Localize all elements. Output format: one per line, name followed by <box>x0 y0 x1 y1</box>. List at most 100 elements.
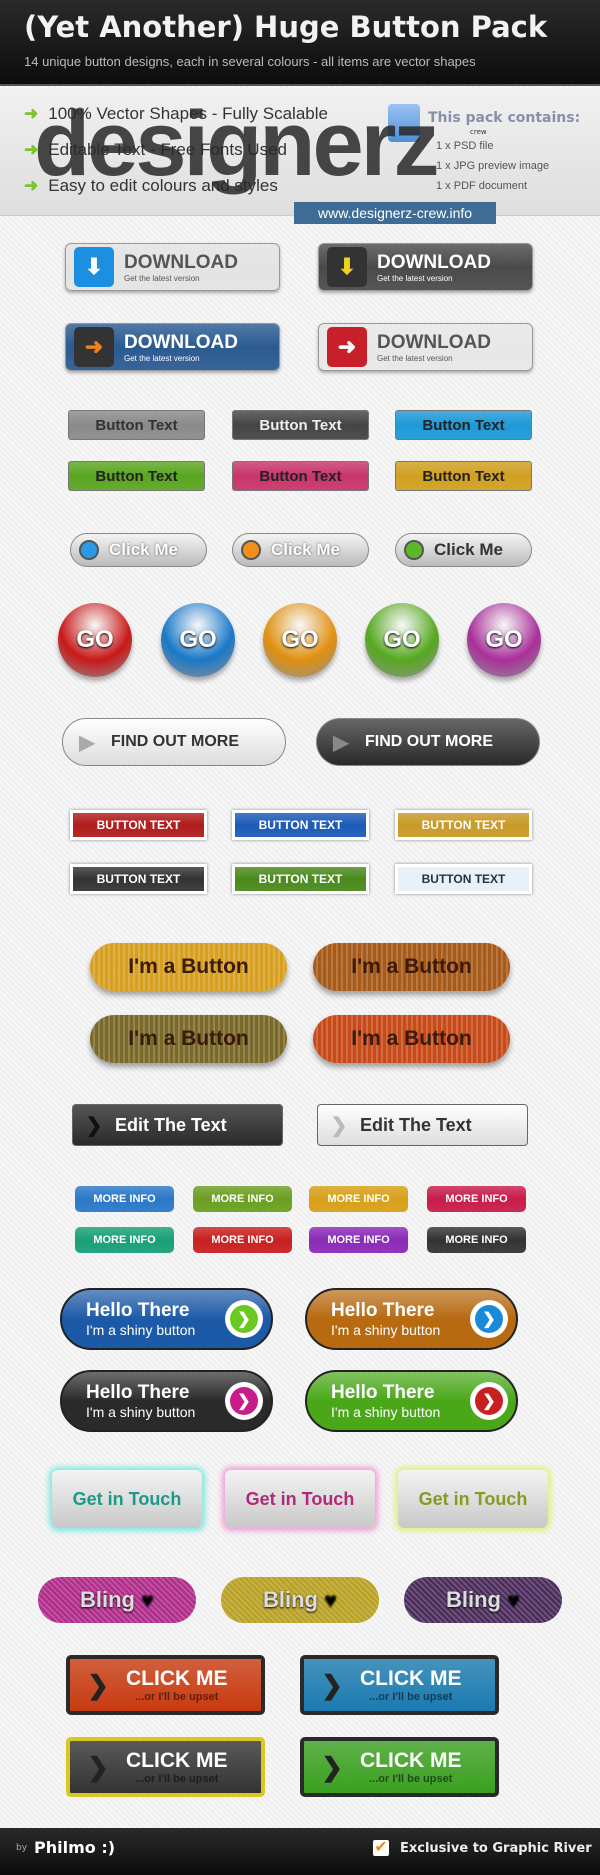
button-text-button[interactable]: Button Text <box>232 461 369 491</box>
get-in-touch-button[interactable]: Get in Touch <box>398 1470 548 1528</box>
edit-text-button[interactable]: ❯ Edit The Text <box>317 1104 528 1146</box>
button-sublabel: I'm a shiny button <box>86 1322 196 1338</box>
button-text-caps-button[interactable]: BUTTON TEXT <box>70 810 207 840</box>
button-label: DOWNLOAD <box>124 331 238 353</box>
button-text-caps-button[interactable]: BUTTON TEXT <box>395 864 532 894</box>
click-me-big-button[interactable]: ❯ CLICK ME ...or I'll be upset <box>300 1737 499 1797</box>
bling-button[interactable]: Bling ♥ <box>221 1577 379 1623</box>
more-info-button[interactable]: MORE INFO <box>193 1186 292 1212</box>
play-icon: ▶ <box>79 731 95 754</box>
download-button[interactable]: ➜ DOWNLOAD Get the latest version <box>65 323 280 371</box>
button-label: BUTTON TEXT <box>421 818 506 832</box>
button-label: CLICK ME <box>360 1667 462 1690</box>
im-a-button[interactable]: I'm a Button <box>90 943 287 991</box>
click-me-big-button[interactable]: ❯ CLICK ME ...or I'll be upset <box>66 1737 265 1797</box>
button-sublabel: Get the latest version <box>377 273 453 283</box>
button-label: BUTTON TEXT <box>258 872 343 886</box>
button-label: MORE INFO <box>93 1193 156 1205</box>
button-label: Bling <box>262 1587 318 1612</box>
button-label: Get in Touch <box>418 1488 528 1509</box>
more-info-button[interactable]: MORE INFO <box>75 1227 174 1253</box>
go-button[interactable]: GO <box>365 603 439 677</box>
watermark-logo: designerz <box>34 93 439 195</box>
button-label: Edit The Text <box>360 1114 472 1135</box>
download-arrow-icon: ➜ <box>74 327 114 367</box>
button-label: Hello There <box>331 1382 435 1403</box>
button-label: BUTTON TEXT <box>96 818 181 832</box>
click-me-big-button[interactable]: ❯ CLICK ME ...or I'll be upset <box>66 1655 265 1715</box>
im-a-button[interactable]: I'm a Button <box>90 1015 287 1063</box>
button-label: CLICK ME <box>126 1667 228 1690</box>
watermark-tag: crew <box>470 128 487 136</box>
go-button[interactable]: GO <box>58 603 132 677</box>
click-me-big-button[interactable]: ❯ CLICK ME ...or I'll be upset <box>300 1655 499 1715</box>
button-text-caps-button[interactable]: BUTTON TEXT <box>232 810 369 840</box>
hello-there-button[interactable]: Hello There I'm a shiny button ❯ <box>60 1370 273 1432</box>
button-label: I'm a Button <box>128 1027 249 1050</box>
button-label: CLICK ME <box>360 1749 462 1772</box>
button-text-caps-button[interactable]: BUTTON TEXT <box>395 810 532 840</box>
pack-item: 1 x PDF document <box>436 180 528 192</box>
button-sublabel: ...or I'll be upset <box>135 1691 219 1703</box>
button-sublabel: Get the latest version <box>124 353 200 363</box>
button-sublabel: I'm a shiny button <box>86 1404 196 1420</box>
download-button[interactable]: ⬇ DOWNLOAD Get the latest version <box>65 243 280 291</box>
get-in-touch-button[interactable]: Get in Touch <box>52 1470 202 1528</box>
button-label: Hello There <box>331 1300 435 1321</box>
go-button[interactable]: GO <box>467 603 541 677</box>
exclusive-label: Exclusive to Graphic River <box>400 1841 592 1856</box>
find-out-more-button[interactable]: ▶ FIND OUT MORE <box>62 718 286 766</box>
edit-text-button[interactable]: ❯ Edit The Text <box>72 1104 283 1146</box>
button-label: Hello There <box>86 1300 190 1321</box>
more-info-button[interactable]: MORE INFO <box>309 1227 408 1253</box>
button-label: DOWNLOAD <box>124 251 238 273</box>
download-button[interactable]: ⬇ DOWNLOAD Get the latest version <box>318 243 533 291</box>
footer-by: by <box>16 1843 28 1853</box>
more-info-button[interactable]: MORE INFO <box>75 1186 174 1212</box>
click-me-button[interactable]: Click Me <box>232 533 369 567</box>
button-label: Click Me <box>434 540 503 559</box>
button-label: Bling <box>445 1587 501 1612</box>
im-a-button[interactable]: I'm a Button <box>313 943 510 991</box>
button-sublabel: ...or I'll be upset <box>369 1773 453 1785</box>
chevron-right-icon: ❯ <box>87 1669 109 1700</box>
button-sublabel: ...or I'll be upset <box>369 1691 453 1703</box>
click-me-button[interactable]: Click Me <box>395 533 532 567</box>
button-label: DOWNLOAD <box>377 331 491 353</box>
button-label: MORE INFO <box>327 1193 390 1205</box>
button-label: GO <box>485 626 523 653</box>
bling-button[interactable]: Bling ♥ <box>38 1577 196 1623</box>
button-label: GO <box>383 626 421 653</box>
chevron-right-icon: ❯ <box>321 1669 343 1700</box>
get-in-touch-button[interactable]: Get in Touch <box>225 1470 375 1528</box>
button-text-button[interactable]: Button Text <box>68 410 205 440</box>
button-text-button[interactable]: Button Text <box>395 410 532 440</box>
more-info-button[interactable]: MORE INFO <box>309 1186 408 1212</box>
download-arrow-icon: ⬇ <box>74 247 114 287</box>
button-text-button[interactable]: Button Text <box>68 461 205 491</box>
more-info-button[interactable]: MORE INFO <box>427 1186 526 1212</box>
button-label: I'm a Button <box>128 955 249 978</box>
button-label: Button Text <box>95 467 178 485</box>
button-text-button[interactable]: Button Text <box>232 410 369 440</box>
more-info-button[interactable]: MORE INFO <box>427 1227 526 1253</box>
download-arrow-icon: ⬇ <box>327 247 367 287</box>
hello-there-button[interactable]: Hello There I'm a shiny button ❯ <box>305 1288 518 1350</box>
go-button[interactable]: GO <box>161 603 235 677</box>
button-text-caps-button[interactable]: BUTTON TEXT <box>70 864 207 894</box>
heart-icon: ♥ <box>323 1587 338 1612</box>
button-text-caps-button[interactable]: BUTTON TEXT <box>232 864 369 894</box>
im-a-button[interactable]: I'm a Button <box>313 1015 510 1063</box>
click-me-button[interactable]: Click Me <box>70 533 207 567</box>
bling-button[interactable]: Bling ♥ <box>404 1577 562 1623</box>
button-text-button[interactable]: Button Text <box>395 461 532 491</box>
more-info-button[interactable]: MORE INFO <box>193 1227 292 1253</box>
go-button[interactable]: GO <box>263 603 337 677</box>
button-label: MORE INFO <box>211 1193 274 1205</box>
find-out-more-button[interactable]: ▶ FIND OUT MORE <box>316 718 540 766</box>
chevron-right-icon: ❯ <box>87 1751 109 1782</box>
hello-there-button[interactable]: Hello There I'm a shiny button ❯ <box>305 1370 518 1432</box>
hello-there-button[interactable]: Hello There I'm a shiny button ❯ <box>60 1288 273 1350</box>
pack-item: 1 x PSD file <box>436 140 494 152</box>
download-button[interactable]: ➜ DOWNLOAD Get the latest version <box>318 323 533 371</box>
